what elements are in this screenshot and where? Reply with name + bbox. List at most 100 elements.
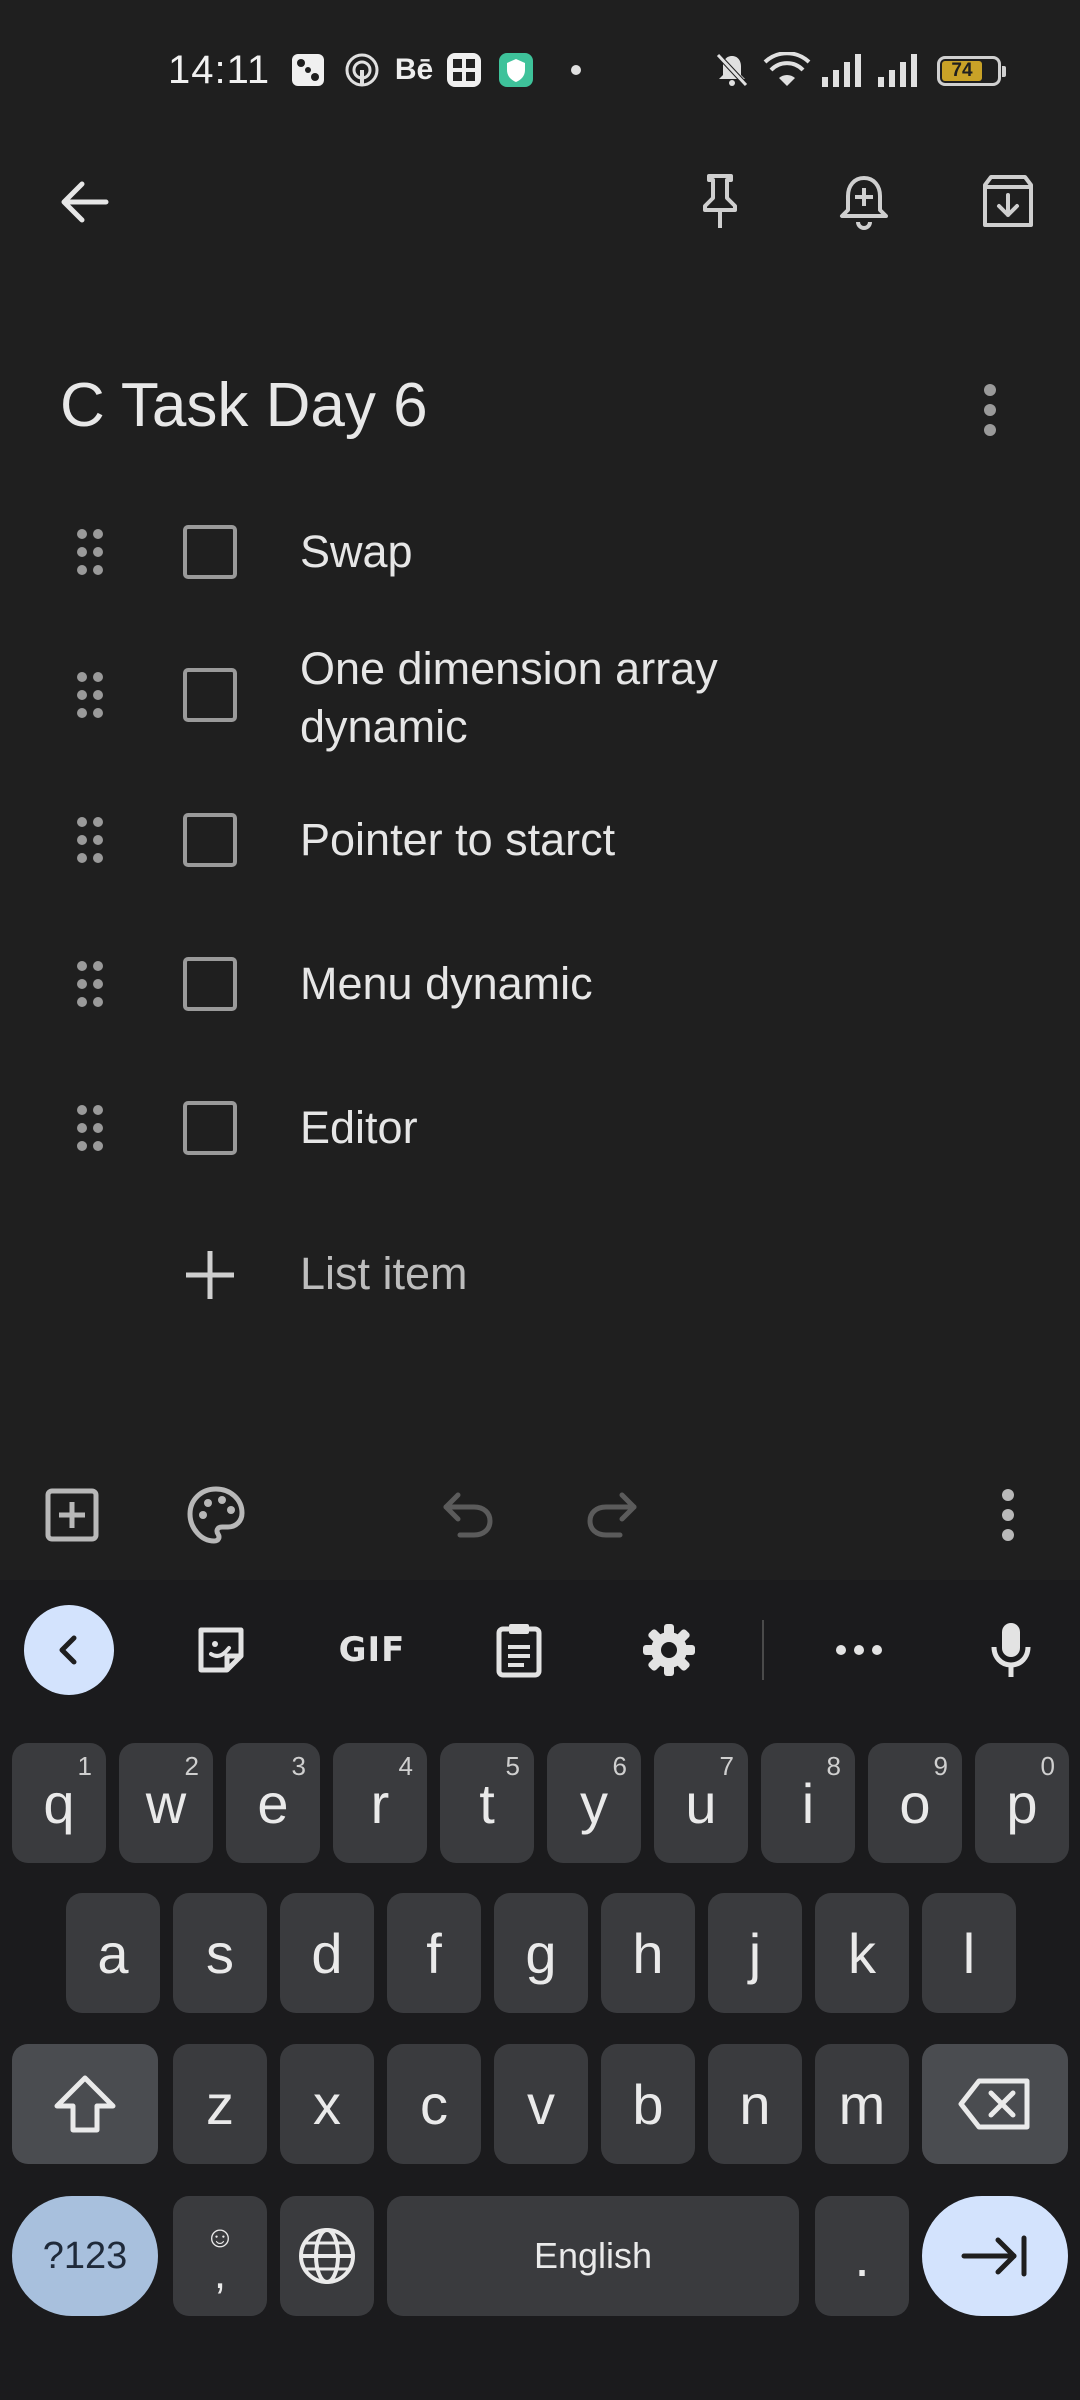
redo-icon [587, 1492, 637, 1538]
chevron-left-icon [59, 1635, 77, 1665]
comma-label: , [213, 2249, 227, 2298]
key-o[interactable]: o9 [868, 1743, 962, 1863]
key-s[interactable]: s [173, 1893, 267, 2013]
drag-handle-icon[interactable] [70, 522, 110, 582]
language-key[interactable] [280, 2196, 374, 2316]
gif-button[interactable]: GIF [322, 1605, 422, 1695]
checklist-item: Editor [0, 1088, 1080, 1168]
key-l[interactable]: l [922, 1893, 1016, 2013]
redo-button[interactable] [572, 1475, 652, 1555]
drag-handle-icon[interactable] [70, 665, 110, 725]
checkbox[interactable] [183, 1101, 237, 1155]
key-z[interactable]: z [173, 2044, 267, 2164]
item-text[interactable]: One dimension array dynamic [300, 640, 820, 756]
gif-icon: GIF [338, 1630, 406, 1670]
archive-icon [983, 175, 1033, 227]
checkbox[interactable] [183, 813, 237, 867]
key-f[interactable]: f [387, 1893, 481, 2013]
key-hint: 5 [505, 1751, 520, 1781]
pin-button[interactable] [678, 160, 762, 244]
key-label: w [145, 1771, 187, 1835]
drag-handle-icon[interactable] [70, 954, 110, 1014]
archive-button[interactable] [966, 160, 1050, 244]
key-a[interactable]: a [66, 1893, 160, 2013]
key-q[interactable]: q1 [12, 1743, 106, 1863]
back-button[interactable] [42, 160, 126, 244]
key-u[interactable]: u7 [654, 1743, 748, 1863]
key-hint: 7 [719, 1751, 734, 1781]
period-key[interactable]: . [815, 2196, 909, 2316]
voice-input-button[interactable] [966, 1605, 1056, 1695]
plus-icon [180, 1245, 240, 1305]
key-h[interactable]: h [601, 1893, 695, 2013]
sticker-button[interactable] [176, 1605, 266, 1695]
key-b[interactable]: b [601, 2044, 695, 2164]
key-label: t [479, 1771, 495, 1835]
sticker-icon [198, 1627, 244, 1673]
key-label: e [257, 1771, 289, 1835]
clipboard-icon [496, 1624, 542, 1678]
item-text[interactable]: Editor [300, 1099, 820, 1157]
item-text[interactable]: Pointer to starct [300, 811, 820, 869]
settings-button[interactable] [624, 1605, 714, 1695]
checklist-item: One dimension array dynamic [0, 640, 1080, 756]
key-j[interactable]: j [708, 1893, 802, 2013]
key-n[interactable]: n [708, 2044, 802, 2164]
checkbox[interactable] [183, 957, 237, 1011]
mute-bell-icon [712, 50, 752, 90]
add-content-button[interactable] [32, 1475, 112, 1555]
key-y[interactable]: y6 [547, 1743, 641, 1863]
behance-icon: Bē [394, 53, 434, 86]
backspace-icon [958, 2078, 1030, 2130]
color-button[interactable] [176, 1475, 256, 1555]
key-e[interactable]: e3 [226, 1743, 320, 1863]
key-r[interactable]: r4 [333, 1743, 427, 1863]
checkbox[interactable] [183, 668, 237, 722]
checkbox[interactable] [183, 525, 237, 579]
settings-icon [643, 1624, 695, 1676]
more-tools-button[interactable] [814, 1605, 904, 1695]
dot-icon [566, 50, 586, 90]
space-key[interactable]: English [387, 2196, 799, 2316]
keyboard-collapse-button[interactable] [24, 1605, 114, 1695]
checklist-item: Menu dynamic [0, 944, 1080, 1024]
key-m[interactable]: m [815, 2044, 909, 2164]
key-w[interactable]: w2 [119, 1743, 213, 1863]
drag-handle-icon[interactable] [70, 810, 110, 870]
comma-key[interactable]: ☺ , [173, 2196, 267, 2316]
undo-button[interactable] [428, 1475, 508, 1555]
more-horiz-icon [836, 1645, 882, 1655]
reminder-button[interactable] [822, 160, 906, 244]
add-box-icon [45, 1488, 99, 1542]
backspace-key[interactable] [922, 2044, 1068, 2164]
enter-key[interactable] [922, 2196, 1068, 2316]
key-g[interactable]: g [494, 1893, 588, 2013]
key-v[interactable]: v [494, 2044, 588, 2164]
more-options-button[interactable] [968, 1475, 1048, 1555]
clipboard-button[interactable] [474, 1605, 564, 1695]
key-d[interactable]: d [280, 1893, 374, 2013]
shield-app-icon [496, 50, 536, 90]
keyboard: GIF q1 w2 e3 r4 t5 y6 u7 i8 o9 p0 a s d … [0, 1580, 1080, 2400]
key-label: u [685, 1771, 717, 1835]
note-title[interactable]: C Task Day 6 [60, 370, 428, 441]
add-list-item[interactable]: List item [0, 1240, 1080, 1310]
item-text[interactable]: Swap [300, 523, 820, 581]
key-p[interactable]: p0 [975, 1743, 1069, 1863]
key-x[interactable]: x [280, 2044, 374, 2164]
item-text[interactable]: Menu dynamic [300, 955, 820, 1013]
key-c[interactable]: c [387, 2044, 481, 2164]
key-hint: 6 [612, 1751, 627, 1781]
note-more-button[interactable] [960, 370, 1020, 450]
undo-icon [443, 1492, 493, 1538]
drag-handle-icon[interactable] [70, 1098, 110, 1158]
key-hint: 4 [398, 1751, 413, 1781]
symbols-key[interactable]: ?123 [12, 2196, 158, 2316]
key-t[interactable]: t5 [440, 1743, 534, 1863]
globe-icon [299, 2228, 355, 2284]
key-i[interactable]: i8 [761, 1743, 855, 1863]
shift-key[interactable] [12, 2044, 158, 2164]
key-label: o [899, 1771, 931, 1835]
key-k[interactable]: k [815, 1893, 909, 2013]
key-hint: 1 [77, 1751, 92, 1781]
